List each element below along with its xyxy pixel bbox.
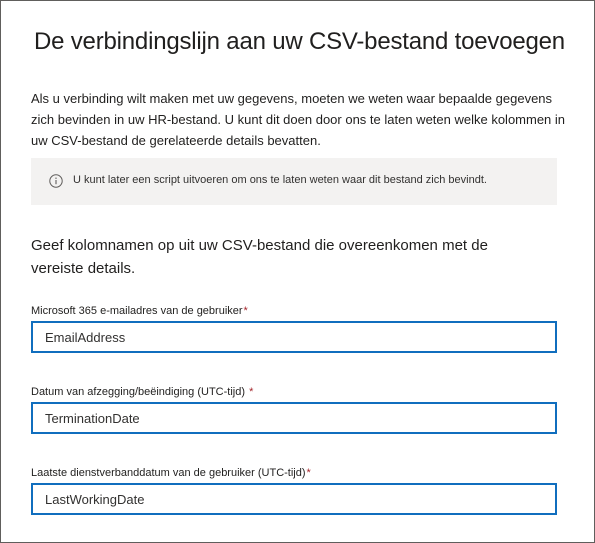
email-field-label: Microsoft 365 e-mailadres van de gebruik…	[31, 303, 557, 319]
termination-field-label-text: Datum van afzegging/beëindiging (UTC-tij…	[31, 386, 245, 398]
last-working-date-column-input[interactable]	[31, 483, 557, 515]
page-title: De verbindingslijn aan uw CSV-bestand to…	[34, 28, 565, 55]
last-working-field-label: Laatste dienstverbanddatum van de gebrui…	[31, 465, 557, 481]
last-working-field-label-text: Laatste dienstverbanddatum van de gebrui…	[31, 467, 306, 479]
email-field-group: Microsoft 365 e-mailadres van de gebruik…	[31, 303, 557, 353]
required-marker: *	[306, 467, 311, 479]
csv-mapping-panel: De verbindingslijn aan uw CSV-bestand to…	[0, 0, 595, 543]
termination-field-group: Datum van afzegging/beëindiging (UTC-tij…	[31, 384, 557, 434]
email-address-column-input[interactable]	[31, 321, 557, 353]
section-subheading: Geef kolomnamen op uit uw CSV-bestand di…	[31, 237, 488, 277]
info-message-bar: U kunt later een script uitvoeren om ons…	[31, 158, 557, 205]
required-marker: *	[243, 305, 248, 317]
email-field-label-text: Microsoft 365 e-mailadres van de gebruik…	[31, 305, 243, 317]
termination-field-label: Datum van afzegging/beëindiging (UTC-tij…	[31, 384, 557, 400]
last-working-field-group: Laatste dienstverbanddatum van de gebrui…	[31, 465, 557, 515]
info-icon	[49, 174, 63, 188]
termination-date-column-input[interactable]	[31, 402, 557, 434]
description-text: Als u verbinding wilt maken met uw gegev…	[31, 91, 566, 148]
info-message-text: U kunt later een script uitvoeren om ons…	[73, 174, 487, 186]
required-marker: *	[249, 386, 254, 398]
